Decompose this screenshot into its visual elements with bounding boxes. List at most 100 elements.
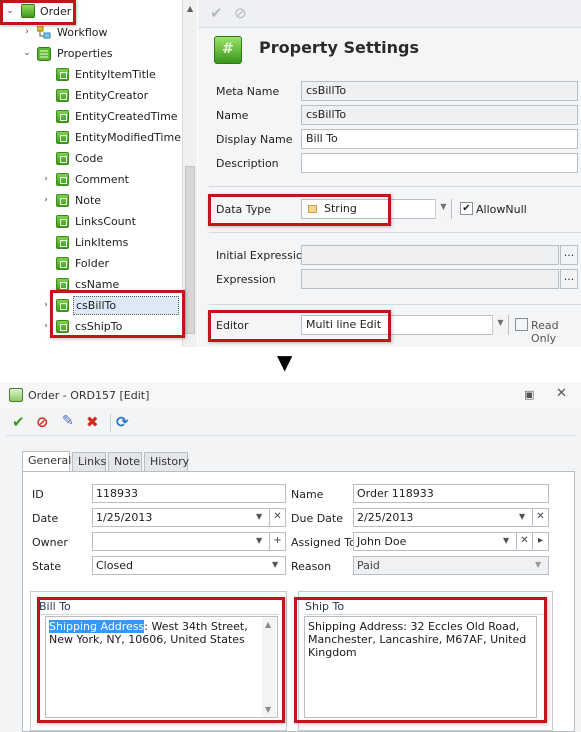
tree-item-folder[interactable]: Folder — [0, 253, 180, 274]
due-date-field[interactable]: 2/25/2013 — [353, 508, 533, 527]
tree-item-properties[interactable]: ⌄ Properties — [0, 43, 180, 64]
tree-item-entitymodifiedtime[interactable]: EntityModifiedTime — [0, 127, 181, 148]
tree-item-note[interactable]: › Note — [0, 190, 180, 211]
state-field[interactable]: Closed — [92, 556, 286, 575]
ship-to-memo[interactable]: Shipping Address: 32 Eccles Old Road, Ma… — [304, 616, 537, 718]
chevron-down-icon[interactable]: ⌄ — [22, 43, 32, 64]
tab-links[interactable]: Links — [72, 452, 106, 471]
chevron-right-icon[interactable]: › — [41, 190, 51, 211]
chevron-down-icon[interactable]: ▼ — [519, 512, 525, 521]
chevron-down-icon[interactable]: ▼ — [256, 536, 262, 545]
field-icon — [56, 89, 69, 102]
display-name-label: Display Name — [216, 133, 293, 146]
chevron-down-icon[interactable]: ⌄ — [5, 1, 15, 22]
data-type-label: Data Type — [216, 203, 272, 216]
chevron-right-icon[interactable]: › — [41, 316, 51, 337]
chevron-down-icon[interactable]: ▼ — [535, 560, 541, 569]
name-field[interactable]: Order 118933 — [353, 484, 549, 503]
clear-icon[interactable]: ✕ — [533, 508, 549, 527]
tree-item-entitycreator[interactable]: EntityCreator — [0, 85, 180, 106]
chevron-down-icon[interactable]: ▼ — [503, 536, 509, 545]
scroll-up-icon[interactable]: ▲ — [265, 620, 271, 629]
ship-to-label: Ship To — [305, 600, 545, 615]
meta-name-field[interactable]: csBillTo — [301, 81, 578, 101]
tree-item-csshipto[interactable]: › csShipTo — [0, 316, 180, 337]
field-icon — [56, 236, 69, 249]
tree-item-order[interactable]: ⌄ Order — [0, 1, 180, 22]
edit-icon[interactable]: ✎ — [62, 413, 74, 429]
bill-to-memo[interactable]: Shipping Address: West 34th Street, New … — [45, 616, 278, 718]
name-field[interactable]: csBillTo — [301, 105, 578, 125]
clear-icon[interactable]: ✕ — [517, 532, 533, 551]
field-icon — [56, 299, 69, 312]
chevron-down-icon[interactable]: ▼ — [272, 560, 278, 569]
save-icon[interactable]: ✔ — [12, 413, 25, 431]
field-icon — [56, 215, 69, 228]
scroll-up-icon[interactable]: ▲ — [187, 4, 193, 13]
editor-label: Editor — [216, 319, 249, 332]
tree-item-code[interactable]: Code — [0, 148, 180, 169]
panel-title: Property Settings — [259, 38, 419, 57]
tree-item-csbillto[interactable]: › csBillTo — [0, 295, 180, 316]
add-icon[interactable]: + — [270, 532, 286, 551]
tree-item-entityitemtitle[interactable]: EntityItemTitle — [0, 64, 180, 85]
separator — [209, 186, 581, 187]
chevron-down-icon[interactable]: ▼ — [256, 512, 262, 521]
display-name-field[interactable]: Bill To — [301, 129, 578, 149]
read-only-checkbox[interactable] — [515, 318, 528, 331]
date-field[interactable]: 1/25/2013 — [92, 508, 270, 527]
tree-item-label: LinkItems — [75, 236, 129, 249]
cancel-icon[interactable]: ⊘ — [234, 4, 247, 22]
field-icon — [56, 320, 69, 333]
tree-item-linkscount[interactable]: LinksCount — [0, 211, 180, 232]
check-icon[interactable]: ✔ — [210, 4, 223, 22]
chevron-down-icon[interactable]: ▼ — [435, 199, 451, 219]
tree-item-label: Order — [40, 5, 72, 18]
tree-item-csname[interactable]: csName — [0, 274, 180, 295]
field-icon — [56, 152, 69, 165]
tree-item-label: LinksCount — [75, 215, 136, 228]
tree-item-entitycreatedtime[interactable]: EntityCreatedTime — [0, 106, 180, 127]
tree-scrollbar[interactable]: ▲ — [182, 0, 197, 347]
chevron-down-icon[interactable]: ▼ — [492, 315, 508, 335]
assigned-to-field[interactable]: John Doe — [353, 532, 517, 551]
clear-icon[interactable]: ✕ — [270, 508, 286, 527]
restore-icon[interactable]: ▣ — [524, 388, 534, 401]
expression-field[interactable] — [301, 269, 559, 289]
data-type-select[interactable]: String ▼ — [301, 199, 452, 219]
separator — [209, 304, 581, 305]
initial-expression-field[interactable] — [301, 245, 559, 265]
scroll-down-icon[interactable]: ▼ — [265, 705, 271, 714]
refresh-icon[interactable]: ⟳ — [116, 413, 129, 431]
initial-expression-ellipsis-button[interactable]: ... — [560, 245, 578, 265]
bill-to-scrollbar[interactable]: ▲ ▼ — [262, 617, 276, 717]
tree-item-linkitems[interactable]: LinkItems — [0, 232, 180, 253]
delete-icon[interactable]: ✖ — [86, 413, 99, 431]
chevron-right-icon[interactable]: › — [41, 295, 51, 316]
reason-field[interactable]: Paid — [353, 556, 549, 575]
assigned-to-label: Assigned To — [291, 536, 356, 549]
arrow-right-icon[interactable]: ▸ — [533, 532, 549, 551]
editor-select[interactable]: Multi line Edit ▼ — [301, 315, 509, 335]
chevron-right-icon[interactable]: › — [22, 22, 32, 43]
tab-note[interactable]: Note — [108, 452, 142, 471]
initial-expression-label: Initial Expression — [216, 249, 310, 262]
owner-field[interactable] — [92, 532, 270, 551]
tree-item-comment[interactable]: › Comment — [0, 169, 180, 190]
tree-item-workflow[interactable]: › Workflow — [0, 22, 180, 43]
name-label: Name — [291, 488, 324, 501]
workflow-icon — [37, 26, 51, 39]
id-field[interactable]: 118933 — [92, 484, 286, 503]
entity-icon — [21, 4, 35, 18]
expression-ellipsis-button[interactable]: ... — [560, 269, 578, 289]
allow-null-checkbox[interactable]: ✔ — [460, 202, 473, 215]
close-icon[interactable]: ✕ — [556, 386, 567, 401]
description-field[interactable] — [301, 153, 578, 173]
chevron-right-icon[interactable]: › — [41, 169, 51, 190]
tree-item-label: Comment — [75, 173, 129, 186]
cancel-icon[interactable]: ⊘ — [36, 413, 49, 431]
tab-history[interactable]: History — [144, 452, 189, 471]
field-icon — [56, 110, 69, 123]
tab-general[interactable]: General — [22, 451, 71, 472]
scroll-thumb[interactable] — [185, 166, 195, 334]
